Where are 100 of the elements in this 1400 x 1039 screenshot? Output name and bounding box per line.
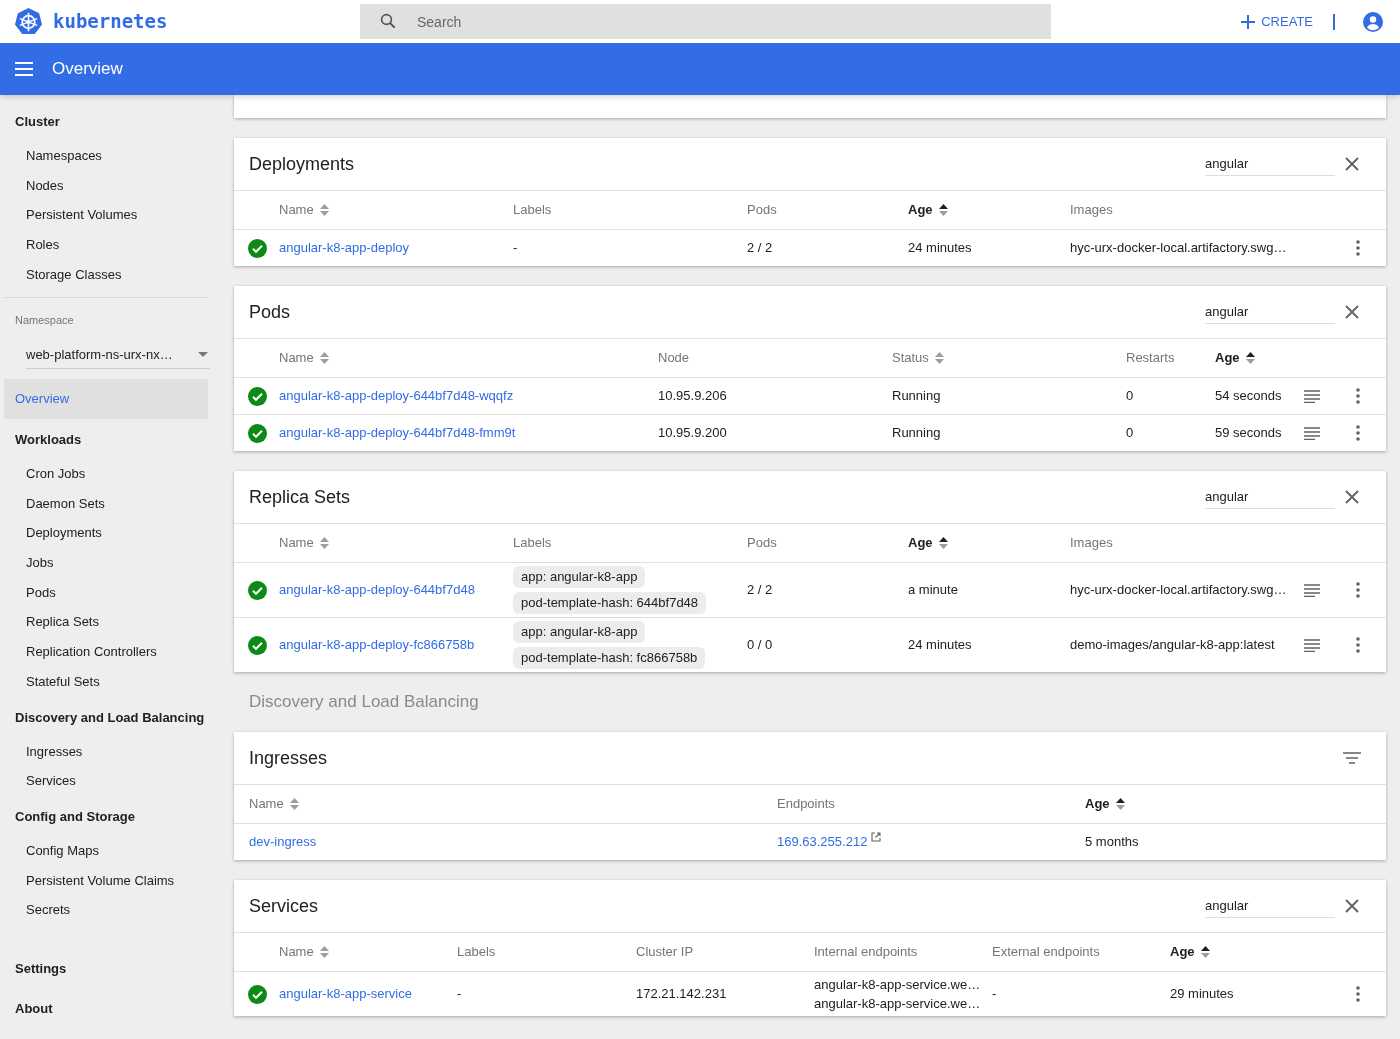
sidebar-item[interactable]: Replica Sets — [0, 607, 222, 638]
sidebar-item[interactable]: Jobs — [0, 548, 222, 578]
table-cell-text: hyc-urx-docker-local.artifactory.swg… — [1070, 581, 1287, 600]
column-header[interactable]: Age — [1085, 794, 1110, 814]
sort-icon[interactable] — [1200, 946, 1210, 958]
logo-text[interactable]: kubernetes — [53, 7, 168, 36]
section-heading[interactable]: About — [0, 991, 222, 1026]
sidebar-item[interactable]: Cron Jobs — [0, 458, 222, 489]
card-title: Pods — [249, 300, 292, 324]
close-icon[interactable] — [1345, 899, 1359, 913]
namespace-select[interactable]: web-platform-ns-urx-nx… — [26, 340, 210, 369]
sidebar-item[interactable]: Nodes — [0, 170, 222, 201]
table-cell-text: - — [457, 985, 462, 1004]
search-field[interactable]: Search — [360, 4, 1051, 39]
sidebar-item[interactable]: Services — [0, 766, 222, 796]
sidebar-item[interactable]: Storage Classes — [0, 259, 222, 290]
sort-icon[interactable] — [1115, 798, 1125, 810]
column-header: Restarts — [1126, 349, 1175, 368]
table-cell-text: 2 / 2 — [747, 239, 773, 258]
section-heading: Discovery and Load Balancing — [248, 692, 480, 712]
column-header: Pods — [747, 534, 777, 553]
column-header[interactable]: Age — [1215, 348, 1240, 368]
column-header[interactable]: Name — [279, 348, 314, 368]
menu-icon[interactable] — [15, 62, 33, 76]
table-cell-text: 24 minutes — [908, 636, 972, 655]
sidebar-item[interactable]: Ingresses — [0, 736, 222, 767]
column-header: Images — [1070, 534, 1113, 553]
page-title: Overview — [52, 58, 123, 81]
name-link[interactable]: angular-k8-app-deploy — [279, 238, 410, 258]
filter-field[interactable]: angular — [1205, 485, 1335, 509]
close-icon[interactable] — [1345, 305, 1359, 319]
sort-icon[interactable] — [938, 204, 948, 216]
close-icon[interactable] — [1345, 490, 1359, 504]
column-header[interactable]: Name — [279, 942, 314, 962]
endpoint-link[interactable]: 169.63.255.212 — [777, 832, 868, 852]
sidebar-item[interactable]: Secrets — [0, 895, 222, 925]
sidebar-item[interactable]: Stateful Sets — [0, 666, 222, 697]
column-header: External endpoints — [992, 943, 1100, 962]
table-cell-text: 172.21.142.231 — [636, 985, 727, 1004]
table-cell-text: angular-k8-app-service.we… — [814, 995, 981, 1013]
name-link[interactable]: dev-ingress — [249, 832, 317, 852]
table-cell-text: 0 — [1126, 387, 1134, 406]
card-title: Deployments — [249, 152, 356, 176]
external-link-icon[interactable] — [871, 832, 882, 843]
table-cell-text: - — [513, 239, 518, 258]
sidebar-item[interactable]: Daemon Sets — [0, 488, 222, 519]
filter-field[interactable]: angular — [1205, 300, 1335, 324]
column-header: Labels — [513, 201, 552, 220]
more-options-icon[interactable] — [1356, 582, 1360, 598]
label-chip: app: angular-k8-app — [513, 621, 646, 643]
close-icon[interactable] — [1345, 157, 1359, 171]
more-options-icon[interactable] — [1356, 388, 1360, 404]
table-cell-text: 54 seconds — [1215, 387, 1282, 406]
more-options-icon[interactable] — [1356, 240, 1360, 256]
column-header[interactable]: Age — [1170, 942, 1195, 962]
create-button[interactable]: CREATE — [1241, 11, 1313, 32]
name-link[interactable]: angular-k8-app-deploy-644bf7d48-fmm9t — [279, 423, 516, 443]
table-cell-text: - — [992, 985, 997, 1004]
sort-icon[interactable] — [938, 537, 948, 549]
column-header[interactable]: Age — [908, 533, 933, 553]
more-options-icon[interactable] — [1356, 986, 1360, 1002]
column-header[interactable]: Name — [279, 200, 314, 220]
label-chip: pod-template-hash: 644bf7d48 — [513, 592, 707, 614]
column-header: Internal endpoints — [814, 943, 918, 962]
table-cell-text: 0 — [1126, 424, 1134, 443]
logs-icon[interactable] — [1304, 638, 1320, 652]
name-link[interactable]: angular-k8-app-service — [279, 984, 412, 1004]
logs-icon[interactable] — [1304, 389, 1320, 403]
filter-icon[interactable] — [1343, 752, 1361, 764]
column-header[interactable]: Name — [249, 794, 284, 814]
column-header[interactable]: Age — [908, 200, 933, 220]
sidebar-item[interactable]: Namespaces — [0, 141, 222, 171]
more-options-icon[interactable] — [1356, 425, 1360, 441]
kubernetes-logo-icon — [14, 7, 43, 36]
sidebar-item[interactable]: Overview — [4, 378, 208, 419]
filter-field[interactable]: angular — [1205, 152, 1335, 176]
sidebar-item[interactable]: Persistent Volumes — [0, 200, 222, 231]
sidebar-item[interactable]: Deployments — [0, 518, 222, 548]
sidebar-item[interactable]: Persistent Volume Claims — [0, 865, 222, 896]
name-link[interactable]: angular-k8-app-deploy-644bf7d48-wqqfz — [279, 386, 514, 406]
name-link[interactable]: angular-k8-app-deploy-644bf7d48 — [279, 580, 475, 600]
sidebar-item[interactable]: Roles — [0, 230, 222, 260]
section-heading[interactable]: Settings — [0, 951, 222, 986]
column-header[interactable]: Status — [892, 348, 929, 368]
table-cell-text: 0 / 0 — [747, 636, 773, 655]
logs-icon[interactable] — [1304, 583, 1320, 597]
column-header[interactable]: Name — [279, 533, 314, 553]
card-title: Ingresses — [249, 746, 329, 770]
sidebar-item[interactable]: Config Maps — [0, 835, 222, 866]
search-icon — [379, 12, 397, 30]
label-chip: app: angular-k8-app — [513, 566, 646, 588]
sidebar-item[interactable]: Pods — [0, 577, 222, 608]
name-link[interactable]: angular-k8-app-deploy-fc866758b — [279, 635, 475, 655]
filter-field[interactable]: angular — [1205, 894, 1335, 918]
more-options-icon[interactable] — [1356, 637, 1360, 653]
sidebar-item[interactable]: Replication Controllers — [0, 637, 222, 667]
sort-icon[interactable] — [1245, 352, 1255, 364]
card-title: Services — [249, 894, 320, 918]
logs-icon[interactable] — [1304, 426, 1320, 440]
account-icon[interactable] — [1363, 11, 1383, 32]
